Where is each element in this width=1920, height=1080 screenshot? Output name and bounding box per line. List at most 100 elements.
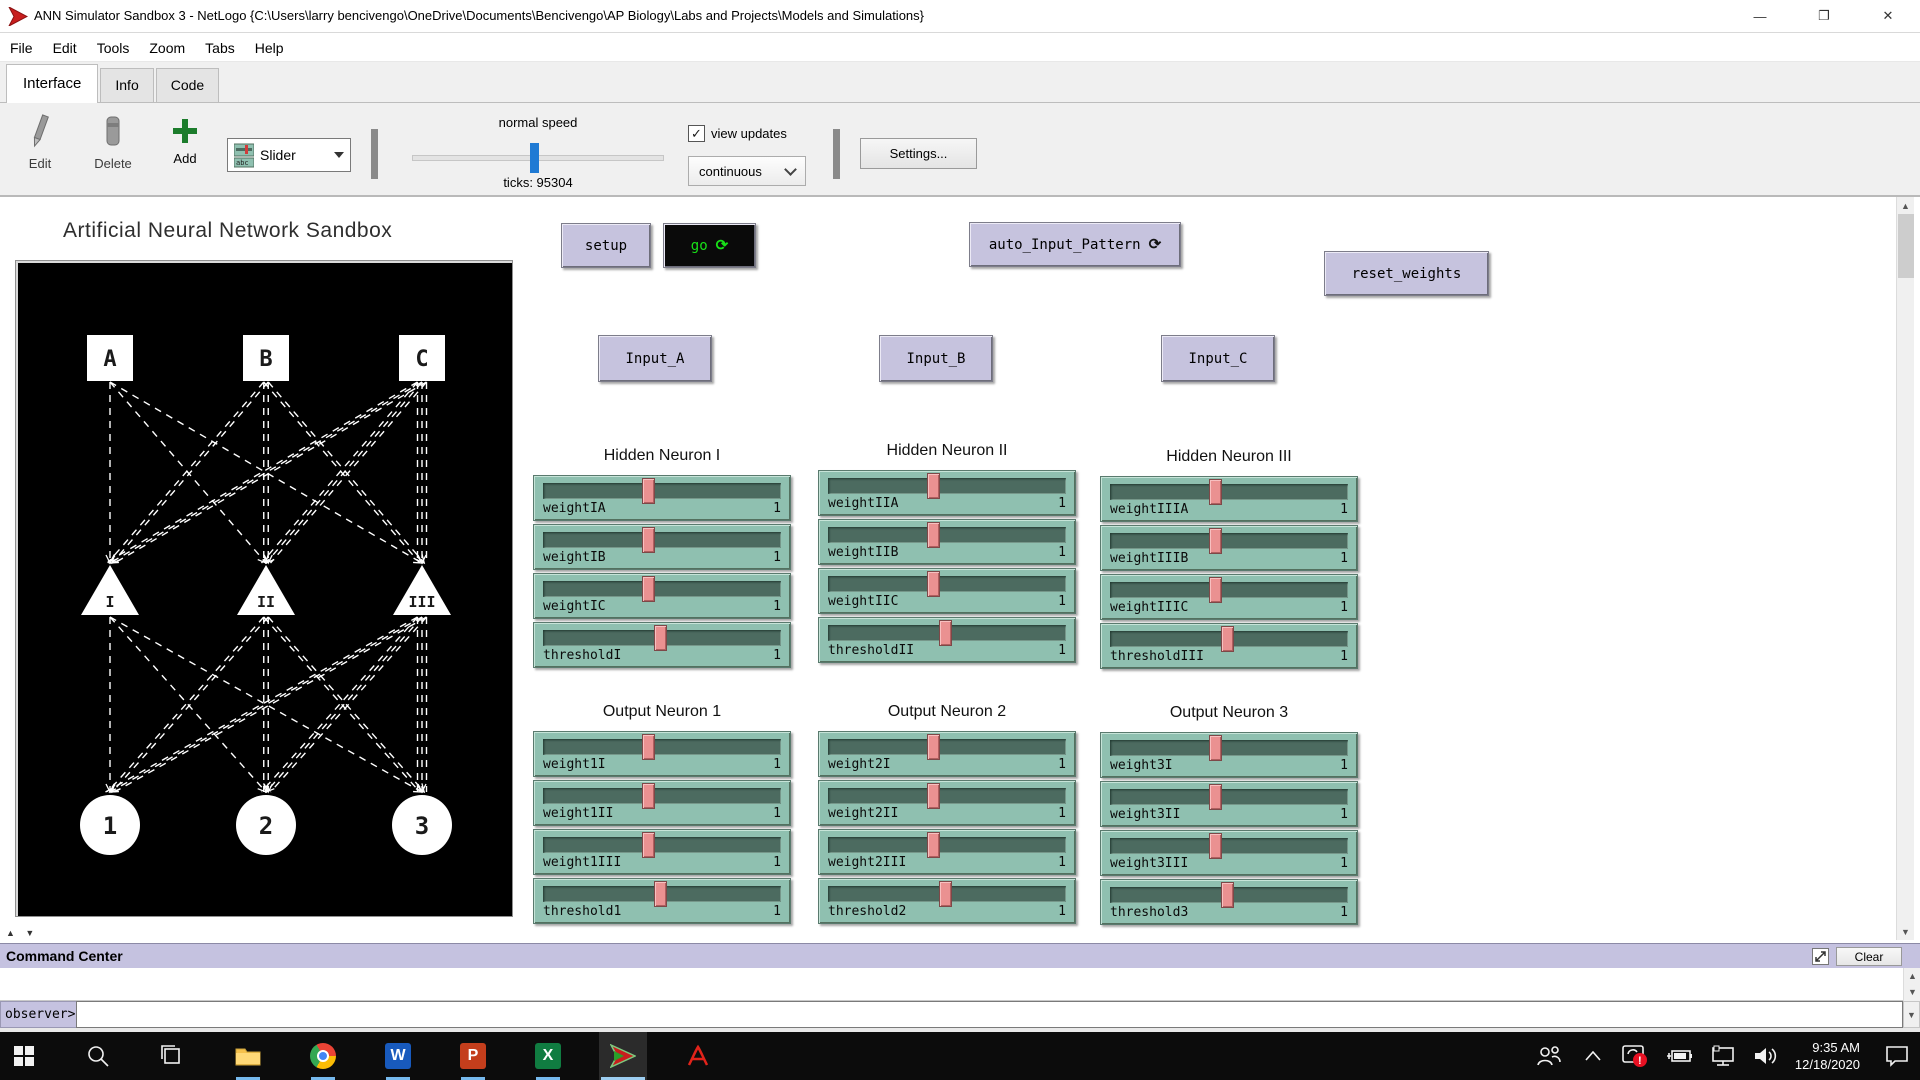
slider-label: threshold1 — [543, 904, 622, 919]
task-view-button[interactable] — [148, 1032, 196, 1080]
menu-help[interactable]: Help — [245, 40, 294, 56]
slider-weightIC[interactable]: weightIC 1 — [533, 573, 791, 619]
update-mode-dropdown[interactable]: continuous — [688, 156, 806, 186]
tray-network-button[interactable] — [1701, 1032, 1745, 1080]
ethernet-icon — [1712, 1045, 1734, 1066]
speed-slider-handle[interactable] — [530, 143, 539, 173]
reset-weights-button[interactable]: reset_weights — [1324, 251, 1489, 296]
minimize-button[interactable]: — — [1728, 0, 1792, 32]
menu-edit[interactable]: Edit — [43, 40, 87, 56]
slider-thresholdII[interactable]: thresholdII 1 — [818, 617, 1076, 663]
slider-value: 1 — [1058, 806, 1066, 821]
slider-threshold1[interactable]: threshold1 1 — [533, 878, 791, 924]
slider-track — [1110, 882, 1348, 908]
speaker-icon — [1754, 1048, 1776, 1064]
taskbar-clock[interactable]: 9:35 AM 12/18/2020 — [1795, 1039, 1860, 1073]
command-input[interactable] — [76, 1001, 1903, 1028]
slider-weight2III[interactable]: weight2III 1 — [818, 829, 1076, 875]
scroll-up-icon[interactable]: ▲ — [1897, 197, 1914, 214]
input-b-button[interactable]: Input_B — [879, 335, 993, 382]
tray-expand-button[interactable] — [1573, 1032, 1613, 1080]
slider-label: weightIIIC — [1110, 600, 1189, 615]
slider-weightIIIA[interactable]: weightIIIA 1 — [1100, 476, 1358, 522]
close-button[interactable]: ✕ — [1856, 0, 1920, 32]
svg-text:abc: abc — [236, 159, 249, 167]
taskbar-netlogo[interactable] — [599, 1032, 647, 1080]
input-a-button[interactable]: Input_A — [598, 335, 712, 382]
slider-weight2II[interactable]: weight2II 1 — [818, 780, 1076, 826]
title-bar: ANN Simulator Sandbox 3 - NetLogo {C:\Us… — [0, 0, 1920, 33]
slider-weightIIA[interactable]: weightIIA 1 — [818, 470, 1076, 516]
slider-track — [828, 571, 1066, 597]
detach-icon[interactable] — [1812, 948, 1829, 965]
slider-thresholdIII[interactable]: thresholdIII 1 — [1100, 623, 1358, 669]
delete-tool[interactable]: Delete — [86, 111, 140, 171]
menu-tabs[interactable]: Tabs — [195, 40, 245, 56]
edit-tool[interactable]: Edit — [18, 111, 62, 171]
slider-threshold3[interactable]: threshold3 1 — [1100, 879, 1358, 925]
svg-text:C: C — [415, 347, 428, 372]
command-center-splitter[interactable]: ▲ ▼ — [6, 928, 38, 938]
slider-weight3II[interactable]: weight3II 1 — [1100, 781, 1358, 827]
widget-chooser[interactable]: abc Slider — [227, 138, 351, 172]
slider-weightIIB[interactable]: weightIIB 1 — [818, 519, 1076, 565]
world-view: A B C I II III 1 2 3 — [15, 260, 513, 917]
netlogo-app-icon — [8, 7, 28, 26]
scroll-down-icon[interactable]: ▼ — [1904, 984, 1920, 1000]
maximize-button[interactable]: ❐ — [1792, 0, 1856, 32]
ticks-counter: ticks: 95304 — [503, 175, 573, 190]
slider-weightIB[interactable]: weightIB 1 — [533, 524, 791, 570]
menu-tools[interactable]: Tools — [87, 40, 140, 56]
scroll-down-icon[interactable]: ▼ — [1897, 923, 1914, 940]
tray-volume-button[interactable] — [1745, 1032, 1789, 1080]
history-dropdown-icon[interactable]: ▼ — [1903, 1001, 1920, 1028]
clear-button[interactable]: Clear — [1836, 947, 1902, 966]
tray-battery-button[interactable] — [1657, 1032, 1701, 1080]
taskbar-chrome[interactable] — [299, 1032, 347, 1080]
menu-zoom[interactable]: Zoom — [139, 40, 195, 56]
taskbar-excel[interactable]: X — [524, 1032, 572, 1080]
slider-threshold2[interactable]: threshold2 1 — [818, 878, 1076, 924]
slider-weightIIIC[interactable]: weightIIIC 1 — [1100, 574, 1358, 620]
taskbar-powerpoint[interactable]: P — [449, 1032, 497, 1080]
forever-icon: ⟳ — [715, 236, 729, 254]
menu-file[interactable]: File — [0, 40, 43, 56]
slider-weight1III[interactable]: weight1III 1 — [533, 829, 791, 875]
taskbar-file-explorer[interactable] — [224, 1032, 272, 1080]
taskbar-search-button[interactable] — [74, 1032, 122, 1080]
command-center-output[interactable] — [0, 968, 1903, 1001]
slider-weight1II[interactable]: weight1II 1 — [533, 780, 791, 826]
slider-weight3III[interactable]: weight3III 1 — [1100, 830, 1358, 876]
slider-weightIIIB[interactable]: weightIIIB 1 — [1100, 525, 1358, 571]
view-updates-toggle[interactable]: ✓ view updates — [688, 125, 787, 142]
input-c-button[interactable]: Input_C — [1161, 335, 1275, 382]
slider-thresholdI[interactable]: thresholdI 1 — [533, 622, 791, 668]
action-center-button[interactable] — [1874, 1032, 1920, 1080]
slider-track — [1110, 626, 1348, 652]
svg-text:I: I — [105, 593, 114, 611]
tray-security-button[interactable]: ! — [1613, 1032, 1657, 1080]
taskbar-word[interactable]: W — [374, 1032, 422, 1080]
tab-info[interactable]: Info — [100, 68, 154, 102]
go-button[interactable]: go ⟳ — [663, 223, 756, 268]
scrollbar-thumb[interactable] — [1898, 214, 1914, 278]
tab-strip: Interface Info Code — [0, 62, 1920, 103]
slider-label: weightIIA — [828, 496, 899, 511]
slider-weight3I[interactable]: weight3I 1 — [1100, 732, 1358, 778]
slider-weight1I[interactable]: weight1I 1 — [533, 731, 791, 777]
people-button[interactable] — [1525, 1032, 1573, 1080]
scroll-up-icon[interactable]: ▲ — [1904, 968, 1920, 984]
settings-button[interactable]: Settings... — [860, 138, 977, 169]
slider-weightIA[interactable]: weightIA 1 — [533, 475, 791, 521]
setup-button[interactable]: setup — [561, 223, 651, 268]
tab-interface[interactable]: Interface — [6, 64, 99, 103]
auto-input-pattern-button[interactable]: auto_Input_Pattern ⟳ — [969, 222, 1181, 267]
slider-weight2I[interactable]: weight2I 1 — [818, 731, 1076, 777]
tab-code[interactable]: Code — [155, 68, 220, 102]
add-tool[interactable]: Add — [162, 111, 208, 166]
interface-scrollbar[interactable]: ▲ ▼ — [1896, 197, 1914, 940]
taskbar-acrobat[interactable] — [674, 1032, 722, 1080]
slider-weightIIC[interactable]: weightIIC 1 — [818, 568, 1076, 614]
start-button[interactable] — [0, 1032, 48, 1080]
command-output-scrollbar[interactable]: ▲ ▼ — [1903, 968, 1920, 1001]
